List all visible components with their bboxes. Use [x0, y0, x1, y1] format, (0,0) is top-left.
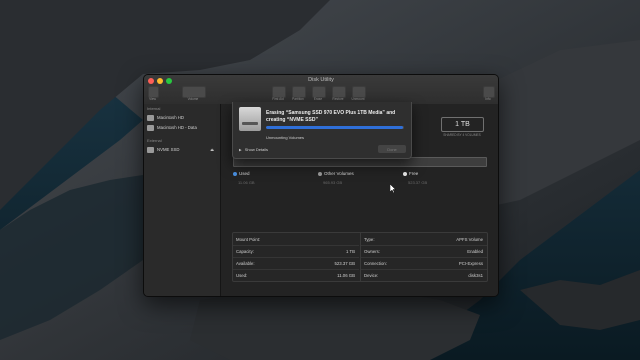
mouse-cursor-icon [390, 184, 396, 193]
sidebar: Internal Macintosh HD Macintosh HD - Dat… [144, 104, 221, 296]
disk-icon [147, 114, 154, 121]
info-row-mount-point: Mount Point: [233, 234, 359, 246]
legend-other-label: Other Volumes [324, 171, 354, 176]
info-row-capacity: Capacity: 1 TB [233, 246, 359, 258]
info-value: Enabled [467, 249, 483, 254]
sidebar-header-external: External [147, 138, 162, 143]
sidebar-item-macintosh-hd-data[interactable]: Macintosh HD - Data [147, 123, 217, 132]
sidebar-item-label: Macintosh HD - Data [157, 125, 197, 130]
info-key: Connection: [364, 261, 387, 266]
sidebar-item-label: NVME SSD [157, 147, 180, 152]
info-table: Mount Point: Capacity: 1 TB Available: 5… [232, 232, 488, 282]
info-value: 1 TB [346, 249, 355, 254]
other-volumes-dot-icon [318, 171, 322, 176]
legend-used-label: Used [239, 171, 250, 176]
info-value: disk3s1 [468, 273, 483, 278]
capacity-badge: 1 TB [441, 117, 484, 132]
disk-icon [147, 124, 154, 131]
info-key: Type: [364, 237, 375, 242]
erase-label: Erase [313, 97, 323, 101]
info-row-connection: Connection: PCI-Express [361, 258, 487, 270]
disclosure-triangle-icon: ▶ [239, 147, 242, 152]
sidebar-header-internal: Internal [147, 106, 161, 111]
show-details-toggle[interactable]: ▶ Show Details [239, 147, 268, 152]
info-key: Mount Point: [236, 237, 261, 242]
info-label: Info [485, 97, 491, 101]
erase-progress-bar [266, 126, 404, 129]
info-row-available: Available: 523.37 GB [233, 258, 359, 270]
info-key: Owners: [364, 249, 380, 254]
info-value: PCI-Express [458, 261, 483, 266]
info-key: Used: [236, 273, 248, 278]
sidebar-item-nvme-ssd[interactable]: NVME SSD ⏏ [147, 145, 217, 154]
restore-label: Restore [332, 97, 344, 101]
legend-other-value: 965.93 GB [323, 180, 343, 185]
used-dot-icon [233, 171, 237, 176]
legend-other-volumes: Other Volumes [318, 171, 354, 176]
view-label: View [149, 97, 156, 101]
info-key: Device: [364, 273, 379, 278]
free-dot-icon [403, 171, 407, 176]
unmount-label: Unmount [351, 97, 365, 101]
info-key: Capacity: [236, 249, 254, 254]
info-value: 523.37 GB [334, 261, 355, 266]
info-row-owners: Owners: Enabled [361, 246, 487, 258]
shared-volumes-label: SHARED BY 4 VOLUMES [443, 133, 481, 137]
info-row-type: Type: APFS Volume [361, 234, 487, 246]
show-details-label: Show Details [244, 147, 269, 152]
eject-icon[interactable]: ⏏ [210, 147, 214, 152]
info-value: APFS Volume [456, 237, 483, 242]
info-value: 11.06 GB [337, 273, 355, 278]
legend-free-label: Free [409, 171, 419, 176]
erase-progress-fill [266, 126, 403, 129]
erase-progress-title: Erasing “Samsung SSD 970 EVO Plus 1TB Me… [266, 110, 396, 123]
info-row-used: Used: 11.06 GB [233, 270, 359, 281]
disk-icon [147, 146, 154, 153]
first-aid-label: First Aid [272, 97, 284, 101]
legend-free: Free [403, 171, 418, 176]
sidebar-item-macintosh-hd[interactable]: Macintosh HD [147, 113, 217, 122]
legend-used: Used [233, 171, 250, 176]
window-title: Disk Utility [308, 77, 334, 83]
partition-label: Partition [292, 97, 304, 101]
info-row-device: Device: disk3s1 [361, 270, 487, 281]
external-drive-icon [239, 107, 261, 131]
sidebar-item-label: Macintosh HD [157, 115, 184, 120]
volume-label: Volume [187, 97, 199, 101]
legend-free-value: 523.37 GB [408, 180, 428, 185]
erase-progress-sheet: Erasing “Samsung SSD 970 EVO Plus 1TB Me… [232, 102, 412, 159]
done-button[interactable]: Done [378, 145, 406, 153]
erase-status-text: Unmounting Volumes [266, 135, 305, 140]
info-key: Available: [236, 261, 255, 266]
window-titlebar: Disk Utility View Volume First Aid Parti… [144, 75, 498, 105]
legend-used-value: 11.06 GB [238, 180, 255, 185]
